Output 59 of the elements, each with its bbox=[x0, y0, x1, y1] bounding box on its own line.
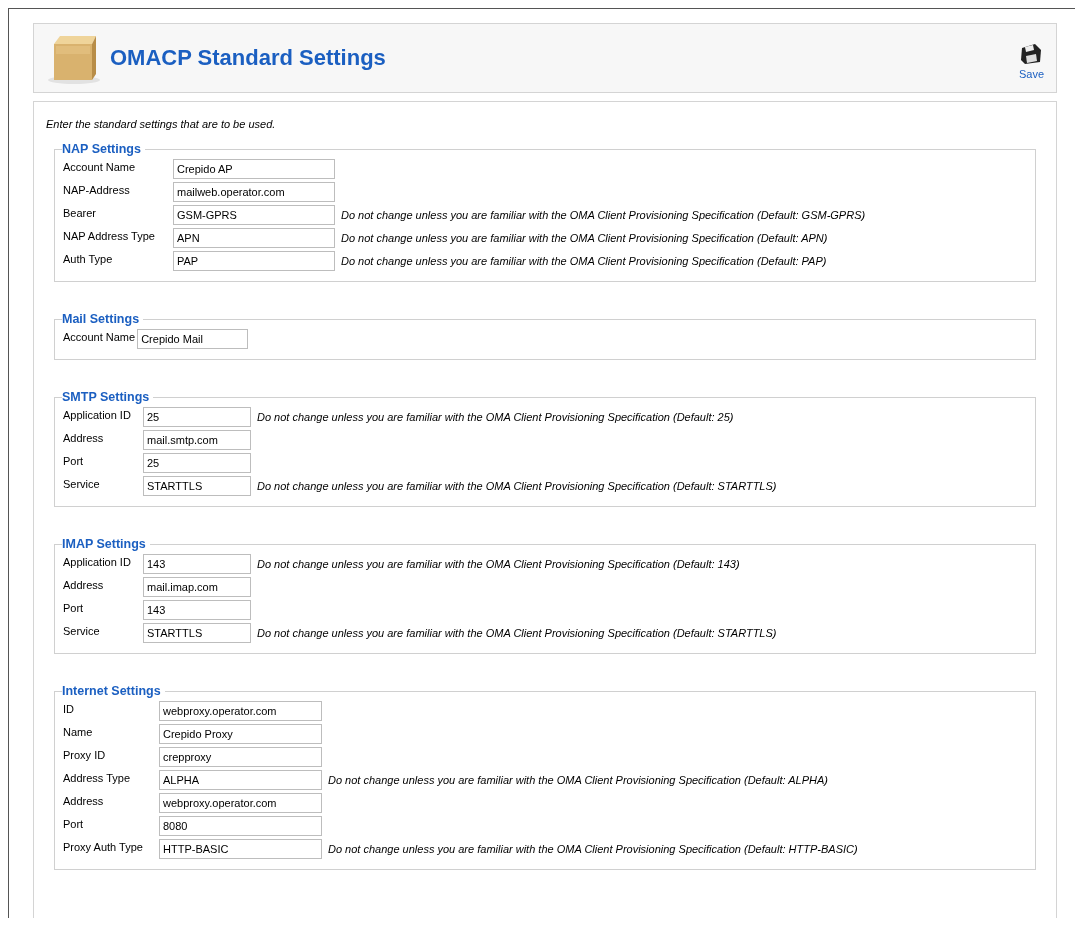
field-label: Port bbox=[63, 602, 84, 614]
input-field[interactable]: Crepido AP bbox=[173, 159, 335, 179]
input-field[interactable]: 8080 bbox=[159, 816, 322, 836]
input-field[interactable]: Crepido Mail bbox=[137, 329, 249, 349]
page-title: OMACP Standard Settings bbox=[110, 45, 386, 71]
hint-text: Do not change unless you are familiar with the OMA Client Provisioning Specification (Default: PAP) bbox=[340, 255, 827, 267]
group-title: NAP Settings bbox=[62, 142, 142, 156]
input-field[interactable]: STARTTLS bbox=[143, 476, 251, 496]
field-label: Proxy Auth Type bbox=[63, 841, 143, 853]
field-label: Account Name bbox=[63, 161, 136, 173]
input-field[interactable]: webproxy.operator.com bbox=[159, 701, 322, 721]
field-label: Service bbox=[63, 625, 100, 637]
input-field[interactable]: 25 bbox=[143, 453, 251, 473]
input-field[interactable]: 143 bbox=[143, 554, 251, 574]
field-label: Proxy ID bbox=[63, 749, 106, 761]
intro-text: Enter the standard settings that are to be used. bbox=[46, 118, 277, 130]
group-title: Internet Settings bbox=[62, 684, 162, 698]
field-label: Name bbox=[63, 726, 93, 738]
input-field[interactable]: crepproxy bbox=[159, 747, 322, 767]
input-field[interactable]: mail.smtp.com bbox=[143, 430, 251, 450]
field-label: Application ID bbox=[63, 556, 131, 568]
hint-text: Do not change unless you are familiar with the OMA Client Provisioning Specification (Default: 25) bbox=[256, 411, 734, 423]
hint-text: Do not change unless you are familiar with the OMA Client Provisioning Specification (Default: STARTTLS) bbox=[256, 480, 777, 492]
field-label: Application ID bbox=[63, 409, 131, 421]
input-field[interactable]: GSM-GPRS bbox=[173, 205, 335, 225]
input-field[interactable]: HTTP-BASIC bbox=[159, 839, 322, 859]
field-label: ID bbox=[63, 703, 74, 715]
save-button[interactable]: Save bbox=[1018, 42, 1044, 80]
hint-text: Do not change unless you are familiar with the OMA Client Provisioning Specification (Default: ALPHA) bbox=[327, 774, 828, 786]
input-field[interactable]: mailweb.operator.com bbox=[173, 182, 335, 202]
field-label: Address bbox=[63, 795, 104, 807]
field-label: Auth Type bbox=[63, 253, 113, 265]
input-field[interactable]: 143 bbox=[143, 600, 251, 620]
field-label: Port bbox=[63, 818, 84, 830]
input-field[interactable]: Crepido Proxy bbox=[159, 724, 322, 744]
hint-text: Do not change unless you are familiar with the OMA Client Provisioning Specification (Default: HTTP-BASIC) bbox=[327, 843, 858, 855]
hint-text: Do not change unless you are familiar with the OMA Client Provisioning Specification (Default: GSM-GPRS) bbox=[340, 209, 866, 221]
field-label: Account Name bbox=[63, 331, 136, 343]
hint-text: Do not change unless you are familiar with the OMA Client Provisioning Specification (Default: 143) bbox=[256, 558, 740, 570]
input-field[interactable]: mail.imap.com bbox=[143, 577, 251, 597]
group-title: Mail Settings bbox=[62, 312, 141, 326]
field-label: NAP Address Type bbox=[63, 230, 155, 242]
input-field[interactable]: ALPHA bbox=[159, 770, 322, 790]
group-title: IMAP Settings bbox=[62, 537, 147, 551]
field-label: Service bbox=[63, 478, 100, 490]
input-field[interactable]: webproxy.operator.com bbox=[159, 793, 322, 813]
input-field[interactable]: 25 bbox=[143, 407, 251, 427]
input-field[interactable]: PAP bbox=[173, 251, 335, 271]
field-label: Address bbox=[63, 432, 104, 444]
field-label: Address bbox=[63, 579, 104, 591]
hint-text: Do not change unless you are familiar with the OMA Client Provisioning Specification (Default: APN) bbox=[340, 232, 828, 244]
field-label: Bearer bbox=[63, 207, 97, 219]
field-label: Port bbox=[63, 455, 84, 467]
group-title: SMTP Settings bbox=[62, 390, 151, 404]
field-label: NAP-Address bbox=[63, 184, 130, 196]
hint-text: Do not change unless you are familiar with the OMA Client Provisioning Specification (Default: STARTTLS) bbox=[256, 627, 777, 639]
field-label: Address Type bbox=[63, 772, 131, 784]
input-field[interactable]: APN bbox=[173, 228, 335, 248]
input-field[interactable]: STARTTLS bbox=[143, 623, 251, 643]
